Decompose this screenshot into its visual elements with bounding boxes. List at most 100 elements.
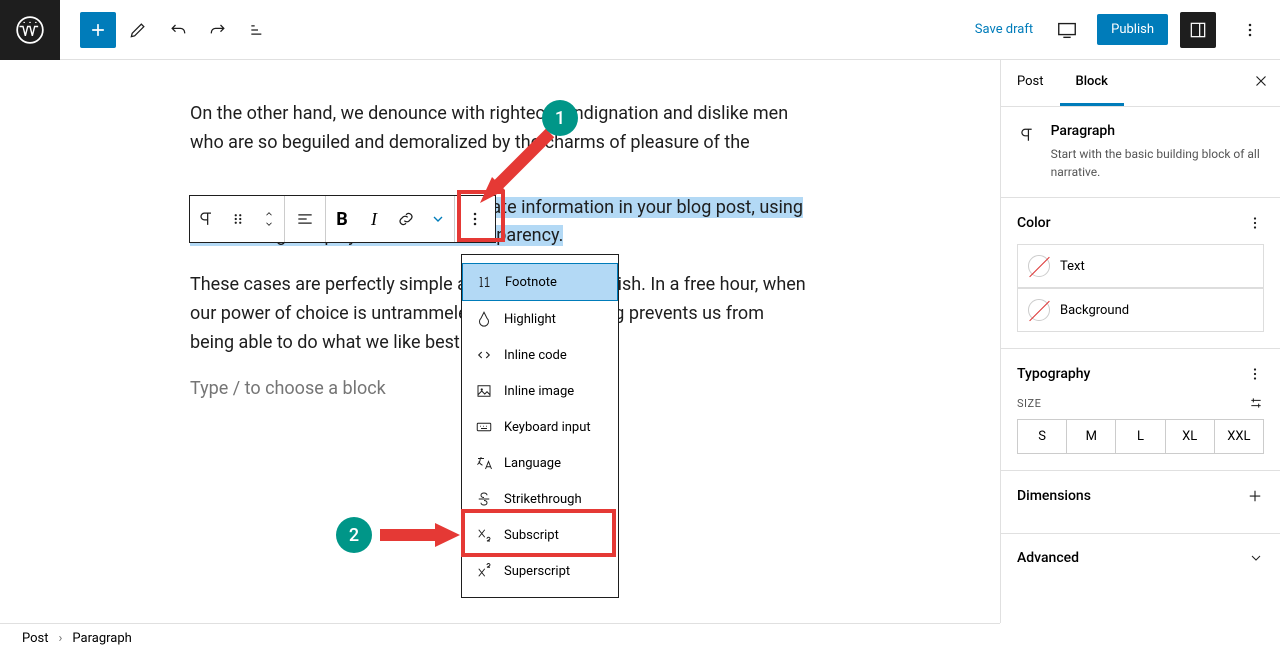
superscript-icon [474,561,494,581]
dropdown-item-subscript[interactable]: Subscript [462,517,618,553]
save-draft-button[interactable]: Save draft [975,22,1033,37]
size-xl[interactable]: XL [1166,420,1215,453]
block-toolbar: B I [189,195,496,243]
dropdown-label: Language [504,456,561,471]
more-vertical-icon [1240,20,1260,40]
settings-panel-button[interactable] [1180,12,1216,48]
block-info: Paragraph Start with the basic building … [1001,107,1280,197]
breadcrumb-post[interactable]: Post [22,631,49,646]
sidebar: Post Block Paragraph Start with the basi… [1000,60,1280,623]
size-button-group: S M L XL XXL [1017,419,1264,454]
undo-icon [168,20,188,40]
dropdown-item-highlight[interactable]: Highlight [462,301,618,337]
code-icon [474,345,494,365]
plus-icon [1246,487,1264,505]
dropdown-label: Subscript [504,528,559,543]
wordpress-icon [16,16,44,44]
link-icon [396,209,416,229]
bold-button[interactable]: B [326,196,358,242]
editor-area: On the other hand, we denounce with righ… [0,60,1000,623]
more-vertical-icon[interactable] [1246,365,1264,383]
align-button[interactable] [285,196,325,242]
wp-logo[interactable] [0,0,60,60]
block-desc: Start with the basic building block of a… [1051,145,1264,181]
preview-button[interactable] [1049,12,1085,48]
italic-icon: I [371,209,377,230]
outline-button[interactable] [240,12,276,48]
footnote-icon [475,272,495,292]
size-m[interactable]: M [1067,420,1116,453]
dropdown-item-strikethrough[interactable]: Strikethrough [462,481,618,517]
italic-button[interactable]: I [358,196,390,242]
dimensions-heading: Dimensions [1017,488,1091,504]
text-color-button[interactable]: Text [1017,244,1264,288]
color-panel: Color Text Background [1001,197,1280,348]
dropdown-label: Inline image [504,384,574,399]
dropdown-item-footnote[interactable]: Footnote [462,263,618,301]
top-left [0,0,276,59]
color-heading: Color [1017,215,1051,231]
close-sidebar-button[interactable] [1252,72,1270,94]
more-formatting-button[interactable] [422,196,454,242]
more-vertical-icon [465,209,485,229]
dropdown-item-superscript[interactable]: Superscript [462,553,618,589]
advanced-panel[interactable]: Advanced [1001,533,1280,594]
add-block-button[interactable] [80,12,116,48]
dropdown-label: Keyboard input [504,420,591,435]
arrow-2 [375,520,465,550]
dropdown-label: Highlight [504,312,556,327]
block-type-button[interactable] [190,196,222,242]
desktop-icon [1056,19,1078,41]
callout-2: 2 [336,517,372,553]
size-xxl[interactable]: XXL [1215,420,1263,453]
paragraph-icon [196,209,216,229]
dimensions-panel[interactable]: Dimensions [1001,470,1280,533]
typography-panel: Typography SIZE S M L XL XXL [1001,348,1280,470]
keyboard-icon [474,417,494,437]
breadcrumb-paragraph[interactable]: Paragraph [72,631,131,646]
color-swatch [1028,299,1050,321]
arrow-1 [470,128,560,208]
size-l[interactable]: L [1116,420,1165,453]
tab-block[interactable]: Block [1060,60,1124,106]
dropdown-label: Inline code [504,348,567,363]
dropdown-item-language[interactable]: Language [462,445,618,481]
redo-icon [208,20,228,40]
more-vertical-icon[interactable] [1246,214,1264,232]
color-label: Text [1060,259,1085,274]
highlight-icon [474,309,494,329]
move-arrows[interactable] [254,196,284,242]
drag-button[interactable] [222,196,254,242]
dropdown-item-inline-image[interactable]: Inline image [462,373,618,409]
tab-post[interactable]: Post [1001,60,1060,106]
subscript-icon [474,525,494,545]
chevron-down-icon [1248,550,1264,566]
undo-button[interactable] [160,12,196,48]
pencil-icon [128,20,148,40]
settings-icon[interactable] [1248,395,1264,411]
link-button[interactable] [390,196,422,242]
redo-button[interactable] [200,12,236,48]
breadcrumb: Post › Paragraph [0,623,1000,653]
strikethrough-icon [474,489,494,509]
bold-icon: B [336,209,348,230]
dropdown-label: Strikethrough [504,492,582,507]
color-swatch [1028,255,1050,277]
paragraph-icon [1017,123,1037,147]
main: On the other hand, we denounce with righ… [0,60,1280,623]
close-icon [1252,72,1270,90]
dropdown-label: Superscript [504,564,570,579]
list-icon [248,20,268,40]
options-button[interactable] [1232,12,1268,48]
image-icon [474,381,494,401]
chevron-down-icon [430,211,446,227]
background-color-button[interactable]: Background [1017,288,1264,332]
publish-button[interactable]: Publish [1097,14,1168,45]
plus-icon [88,20,108,40]
dropdown-item-inline-code[interactable]: Inline code [462,337,618,373]
edit-button[interactable] [120,12,156,48]
dropdown-item-keyboard[interactable]: Keyboard input [462,409,618,445]
chevron-down-icon [262,219,276,229]
size-s[interactable]: S [1018,420,1067,453]
dropdown-label: Footnote [505,275,557,290]
